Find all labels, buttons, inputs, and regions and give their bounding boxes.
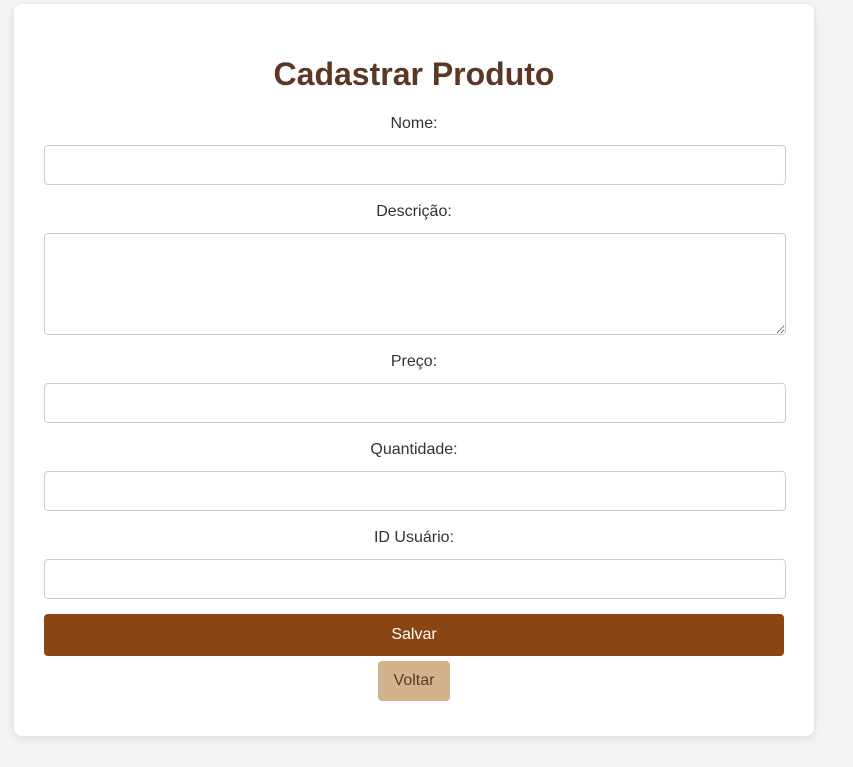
page-title: Cadastrar Produto — [273, 56, 555, 92]
id-usuario-label: ID Usuário: — [373, 529, 455, 546]
nome-input[interactable] — [44, 145, 786, 185]
descricao-textarea[interactable] — [44, 233, 786, 335]
quantidade-label: Quantidade: — [370, 441, 458, 458]
descricao-label: Descrição: — [376, 203, 452, 220]
preco-label: Preço: — [390, 353, 438, 370]
quantidade-input[interactable] — [44, 471, 786, 511]
preco-input[interactable] — [44, 383, 786, 423]
nome-label: Nome: — [390, 115, 438, 132]
save-button[interactable]: Salvar — [44, 614, 784, 656]
form-card: Cadastrar Produto Nome: Descrição: Preço… — [14, 4, 814, 736]
back-button[interactable]: Voltar — [378, 661, 450, 701]
id-usuario-input[interactable] — [44, 559, 786, 599]
